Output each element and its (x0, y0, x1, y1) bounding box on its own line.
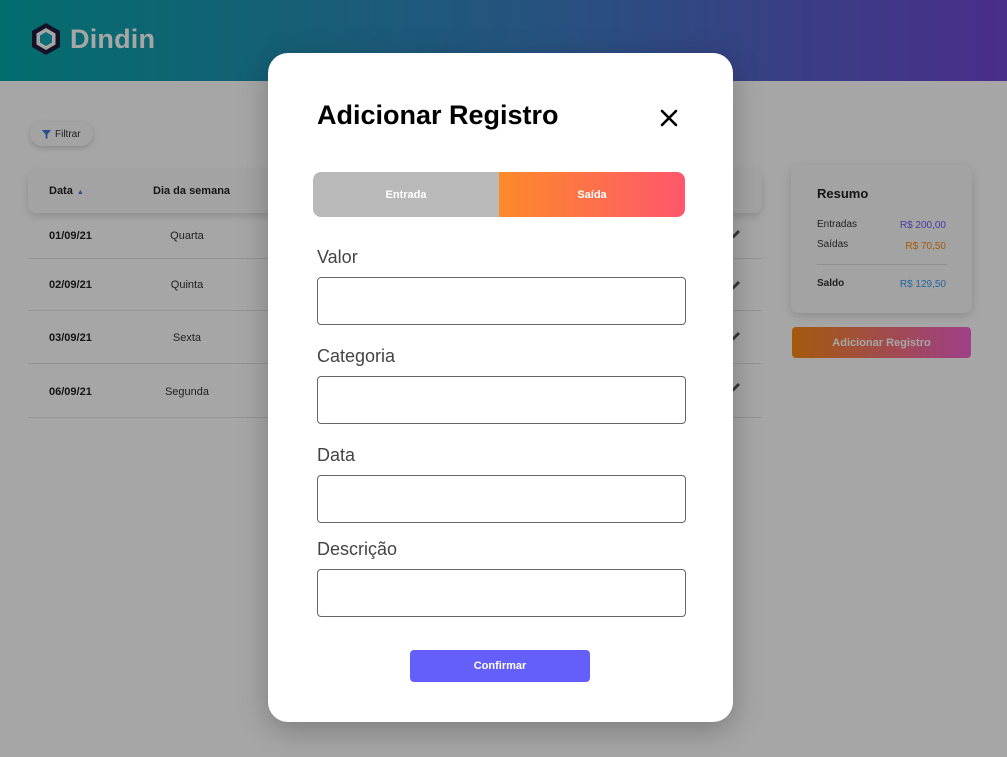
valor-input[interactable] (317, 277, 686, 325)
categoria-input[interactable] (317, 376, 686, 424)
toggle-income[interactable]: Entrada (313, 172, 499, 217)
toggle-expense[interactable]: Saída (499, 172, 685, 217)
confirm-button[interactable]: Confirmar (410, 650, 590, 682)
descricao-input[interactable] (317, 569, 686, 617)
modal-title: Adicionar Registro (317, 100, 559, 130)
close-icon (660, 109, 678, 126)
categoria-label: Categoria (317, 346, 396, 366)
data-label: Data (317, 445, 356, 465)
type-toggle: Entrada Saída (313, 172, 685, 217)
add-record-modal: Adicionar Registro Entrada Saída Valor C… (268, 53, 733, 722)
close-button[interactable] (656, 106, 682, 132)
data-input[interactable] (317, 475, 686, 523)
valor-label: Valor (317, 247, 358, 267)
descricao-label: Descrição (317, 539, 398, 559)
